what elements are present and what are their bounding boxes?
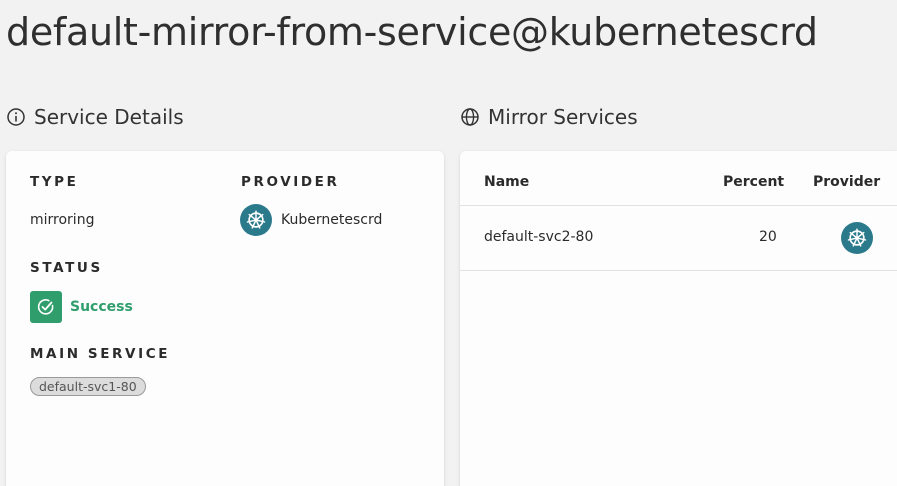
mirror-services-card: Name Percent Provider default-svc2-80 20 — [460, 151, 897, 486]
kubernetes-icon — [841, 222, 873, 254]
page-title: default-mirror-from-service@kubernetescr… — [6, 10, 818, 54]
status-value-row: Success — [30, 291, 133, 323]
info-icon — [7, 108, 25, 126]
service-details-card: TYPE mirroring PROVIDER Kubernetescrd ST… — [6, 151, 444, 486]
status-value: Success — [70, 299, 133, 315]
column-header-name[interactable]: Name — [484, 174, 529, 190]
type-label: TYPE — [30, 174, 79, 190]
main-service-chip[interactable]: default-svc1-80 — [30, 377, 146, 396]
status-label: STATUS — [30, 260, 103, 276]
main-service-label: MAIN SERVICE — [30, 346, 171, 362]
row-percent: 20 — [759, 229, 777, 245]
service-details-header: Service Details — [6, 103, 184, 131]
mirror-services-header: Mirror Services — [460, 103, 638, 131]
column-header-provider[interactable]: Provider — [813, 174, 880, 190]
mirror-services-title: Mirror Services — [488, 105, 638, 129]
table-row[interactable]: default-svc2-80 20 — [460, 206, 897, 271]
row-name: default-svc2-80 — [484, 229, 594, 245]
provider-label: PROVIDER — [241, 174, 340, 190]
table-header: Name Percent Provider — [460, 151, 897, 206]
globe-icon — [461, 108, 479, 126]
type-value: mirroring — [30, 212, 95, 228]
provider-value: Kubernetescrd — [281, 212, 383, 228]
provider-value-row: Kubernetescrd — [240, 204, 382, 236]
kubernetes-icon — [240, 204, 272, 236]
check-circle-icon — [30, 291, 62, 323]
column-header-percent[interactable]: Percent — [723, 174, 784, 190]
service-details-title: Service Details — [34, 105, 184, 129]
